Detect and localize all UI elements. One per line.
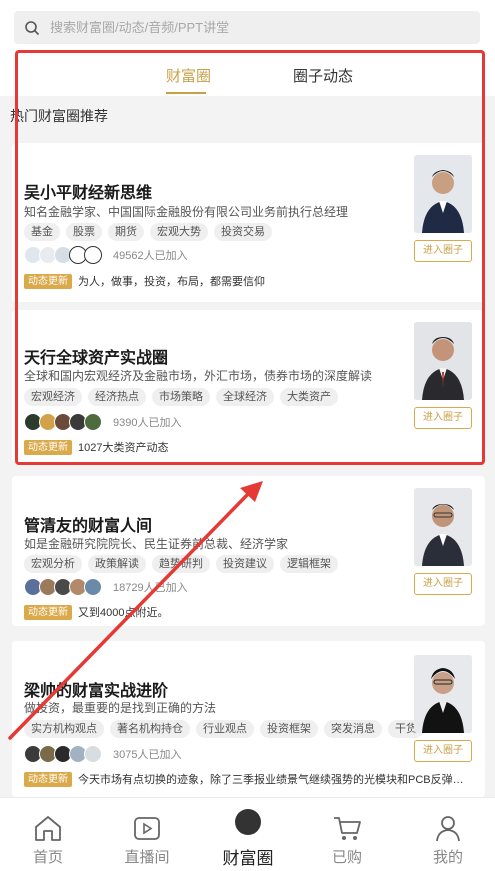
circle-tag[interactable]: 经济热点 xyxy=(88,388,146,406)
circle-tag[interactable]: 突发消息 xyxy=(324,720,382,738)
circle-tag[interactable]: 实方机构观点 xyxy=(24,720,104,738)
join-circle-button[interactable]: 进入圈子 xyxy=(414,740,472,762)
member-row: 18729人已加入 xyxy=(24,578,188,596)
active-tab-indicator xyxy=(166,92,206,94)
circle-description: 如是金融研究院院长、民生证券前总裁、经济学家 xyxy=(24,537,289,551)
home-icon xyxy=(35,816,61,841)
circle-description: 做投资，最重要的是找到正确的方法 xyxy=(24,701,217,715)
nav-label: 首页 xyxy=(32,849,63,866)
update-badge: 动态更新 xyxy=(24,273,72,289)
update-row: 动态更新 又到4000点附近。 xyxy=(24,604,469,620)
member-avatar xyxy=(84,745,102,763)
circle-card[interactable]: 管清友的财富人间 如是金融研究院院长、民生证券前总裁、经济学家 宏观分析 政策解… xyxy=(12,476,485,626)
host-portrait xyxy=(414,322,472,400)
circle-description: 全球和国内宏观经济及金融市场，外汇市场，债券市场的深度解读 xyxy=(24,369,373,383)
circle-tag[interactable]: 期货 xyxy=(108,223,144,241)
circle-card[interactable]: 天行全球资产实战圈 全球和国内宏观经济及金融市场，外汇市场，债券市场的深度解读 … xyxy=(12,310,485,462)
circle-tag[interactable]: 市场策略 xyxy=(152,388,210,406)
circle-card[interactable]: 梁帅的财富实战进阶 做投资，最重要的是找到正确的方法 实方机构观点 著名机构持仓… xyxy=(12,641,485,797)
member-avatar xyxy=(84,578,102,596)
update-badge: 动态更新 xyxy=(24,604,72,620)
bottom-nav: 首页 直播间 财富圈 已购 我的 xyxy=(0,797,495,871)
join-circle-button[interactable]: 进入圈子 xyxy=(414,573,472,595)
circle-tag[interactable]: 宏观经济 xyxy=(24,388,82,406)
tab-circle-updates[interactable]: 圈子动态 xyxy=(293,65,353,86)
update-badge: 动态更新 xyxy=(24,771,72,787)
circle-tag[interactable]: 全球经济 xyxy=(216,388,274,406)
update-badge: 动态更新 xyxy=(24,439,72,455)
nav-home[interactable]: 首页 xyxy=(8,798,88,871)
update-text: 又到4000点附近。 xyxy=(78,607,169,619)
circle-title: 梁帅的财富实战进阶 xyxy=(24,683,169,700)
host-portrait xyxy=(414,488,472,566)
wealth-circle-icon xyxy=(235,809,278,844)
update-text: 今天市场有点切换的迹象，除了三季报业绩景气继续强势的光模块和PCB反弹强势外..… xyxy=(78,774,469,786)
host-portrait xyxy=(414,155,472,233)
host-portrait xyxy=(414,655,472,733)
circle-description: 知名金融学家、中国国际金融股份有限公司业务前执行总经理 xyxy=(24,205,349,219)
circle-tag[interactable]: 投资交易 xyxy=(214,223,272,241)
member-count: 49562人已加入 xyxy=(113,250,188,262)
member-count: 3075人已加入 xyxy=(113,749,182,761)
circle-title: 管清友的财富人间 xyxy=(24,518,153,535)
circle-tag[interactable]: 股票 xyxy=(66,223,102,241)
update-row: 动态更新 今天市场有点切换的迹象，除了三季报业绩景气继续强势的光模块和PCB反弹… xyxy=(24,771,469,787)
nav-live[interactable]: 直播间 xyxy=(107,798,187,871)
member-row: 9390人已加入 xyxy=(24,413,181,431)
update-text: 为人，做事，投资，布局，都需要信仰 xyxy=(78,276,265,288)
tab-bar: 财富圈 圈子动态 xyxy=(0,52,495,96)
circle-tag[interactable]: 行业观点 xyxy=(196,720,254,738)
circle-tag[interactable]: 著名机构持仓 xyxy=(110,720,190,738)
member-count: 18729人已加入 xyxy=(113,582,188,594)
circle-tag[interactable]: 政策解读 xyxy=(88,555,146,573)
nav-label: 我的 xyxy=(432,849,463,866)
update-row: 动态更新 1027大类资产动态 xyxy=(24,439,469,455)
join-circle-button[interactable]: 进入圈子 xyxy=(414,407,472,429)
member-avatar xyxy=(84,413,102,431)
nav-label: 已购 xyxy=(331,849,362,866)
cart-icon xyxy=(334,817,361,840)
circle-tag[interactable]: 大类资产 xyxy=(280,388,338,406)
tab-wealth-circle[interactable]: 财富圈 xyxy=(166,65,211,86)
circle-tag[interactable]: 投资框架 xyxy=(260,720,318,738)
live-icon xyxy=(134,817,160,840)
search-input[interactable] xyxy=(48,19,452,36)
member-row: 49562人已加入 xyxy=(24,246,188,264)
nav-label: 财富圈 xyxy=(222,849,274,868)
member-avatar xyxy=(84,246,102,264)
update-text: 1027大类资产动态 xyxy=(78,442,169,454)
section-title: 热门财富圈推荐 xyxy=(10,108,108,124)
circle-card[interactable]: 吴小平财经新思维 知名金融学家、中国国际金融股份有限公司业务前执行总经理 基金 … xyxy=(12,143,485,302)
update-row: 动态更新 为人，做事，投资，布局，都需要信仰 xyxy=(24,273,469,289)
circle-tag[interactable]: 逻辑框架 xyxy=(280,555,338,573)
search-icon xyxy=(25,20,40,35)
circle-tag[interactable]: 基金 xyxy=(24,223,60,241)
nav-profile[interactable]: 我的 xyxy=(408,798,488,871)
search-box[interactable] xyxy=(14,11,480,44)
member-row: 3075人已加入 xyxy=(24,745,181,763)
search-bar xyxy=(0,0,495,52)
circle-tag[interactable]: 投资建议 xyxy=(216,555,274,573)
member-count: 9390人已加入 xyxy=(113,417,182,429)
nav-label: 直播间 xyxy=(124,849,170,866)
join-circle-button[interactable]: 进入圈子 xyxy=(414,240,472,262)
nav-wealth-circle[interactable]: 财富圈 xyxy=(208,798,288,871)
circle-tag[interactable]: 趋势研判 xyxy=(152,555,210,573)
circle-title: 吴小平财经新思维 xyxy=(24,185,153,202)
circle-tag[interactable]: 宏观大势 xyxy=(150,223,208,241)
profile-icon xyxy=(436,816,460,842)
nav-purchased[interactable]: 已购 xyxy=(307,798,387,871)
circle-tag[interactable]: 宏观分析 xyxy=(24,555,82,573)
circle-title: 天行全球资产实战圈 xyxy=(24,350,169,367)
